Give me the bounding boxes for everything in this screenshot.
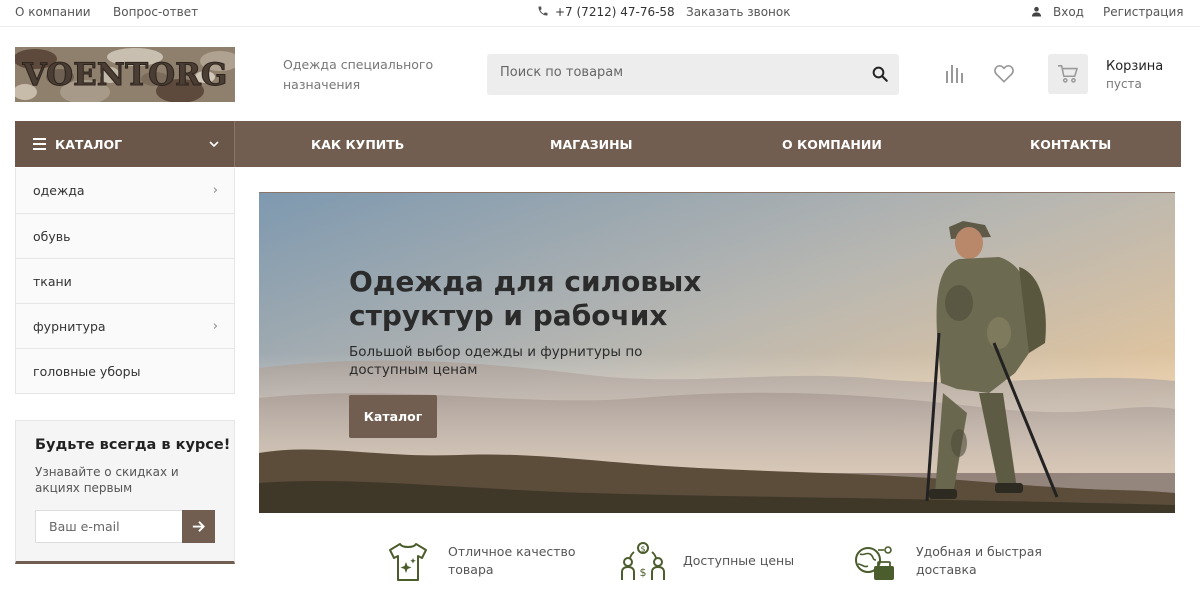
cart-icon bbox=[1058, 65, 1078, 83]
logo-image: VOENTORG bbox=[15, 47, 235, 102]
feature-delivery-text: Удобная и быстрая доставка bbox=[916, 544, 1042, 577]
sidebar-item-label: одежда bbox=[33, 183, 85, 198]
subscribe-text: Узнавайте о скидках и акциях первым bbox=[35, 465, 179, 495]
subscribe-box: Будьте всегда в курсе! Узнавайте о скидк… bbox=[15, 420, 235, 564]
hero-subtitle: Большой выбор одежды и фурнитуры по дост… bbox=[349, 344, 643, 378]
subscribe-title: Будьте всегда в курсе! bbox=[35, 437, 231, 453]
nav-how-to-buy[interactable]: КАК КУПИТЬ bbox=[311, 137, 404, 152]
hero-banner: Одежда для силовых структур и рабочих Бо… bbox=[259, 192, 1175, 513]
register-link[interactable]: Регистрация bbox=[1103, 5, 1183, 19]
catalog-button[interactable]: КАТАЛОГ bbox=[15, 121, 235, 167]
sidebar-item-clothing[interactable]: одежда › bbox=[16, 168, 234, 213]
feature-prices-text: Доступные цены bbox=[683, 553, 795, 568]
logo-text: VOENTORG bbox=[22, 57, 228, 93]
search-icon[interactable] bbox=[871, 65, 889, 83]
sidebar-item-label: головные уборы bbox=[33, 364, 141, 379]
menu-icon bbox=[33, 138, 46, 150]
cart-status: пуста bbox=[1106, 77, 1142, 91]
logo[interactable]: VOENTORG bbox=[15, 47, 235, 102]
sidebar-item-label: обувь bbox=[33, 229, 71, 244]
cart-title[interactable]: Корзина bbox=[1106, 59, 1163, 74]
email-field bbox=[35, 510, 183, 543]
svg-text:$: $ bbox=[640, 545, 645, 554]
sidebar-item-headwear[interactable]: головные уборы bbox=[16, 348, 234, 393]
arrow-right-icon bbox=[192, 521, 205, 532]
nav-stores[interactable]: МАГАЗИНЫ bbox=[550, 137, 633, 152]
svg-text:$: $ bbox=[640, 566, 647, 579]
prices-icon: $ $ bbox=[621, 542, 665, 580]
catalog-label: КАТАЛОГ bbox=[55, 137, 123, 152]
phone-link[interactable]: +7 (7212) 47-76-58 bbox=[555, 5, 675, 19]
sidebar-item-fabrics[interactable]: ткани bbox=[16, 258, 234, 303]
hero-catalog-button[interactable]: Каталог bbox=[349, 395, 437, 438]
sidebar-item-shoes[interactable]: обувь bbox=[16, 213, 234, 258]
subscribe-button[interactable] bbox=[182, 510, 215, 543]
main-nav: КАТАЛОГ КАК КУПИТЬ МАГАЗИНЫ О КОМПАНИИ К… bbox=[15, 121, 1181, 167]
phone-icon bbox=[538, 6, 548, 16]
feature-quality-text: Отличное качество товара bbox=[448, 544, 576, 577]
hero-title: Одежда для силовых структур и рабочих bbox=[349, 265, 702, 332]
chevron-down-icon bbox=[209, 141, 219, 148]
nav-about[interactable]: О КОМПАНИИ bbox=[782, 137, 882, 152]
tshirt-icon bbox=[389, 543, 427, 581]
sidebar-menu: одежда › обувь ткани фурнитура › головны… bbox=[15, 168, 235, 394]
callback-link[interactable]: Заказать звонок bbox=[686, 5, 791, 19]
cart-button[interactable] bbox=[1048, 54, 1088, 94]
about-link[interactable]: О компании bbox=[15, 5, 91, 19]
faq-link[interactable]: Вопрос-ответ bbox=[113, 5, 198, 19]
chevron-right-icon: › bbox=[212, 183, 218, 198]
sidebar-item-label: ткани bbox=[33, 274, 72, 289]
login-link[interactable]: Вход bbox=[1053, 5, 1084, 19]
email-input[interactable] bbox=[49, 519, 179, 534]
search-input[interactable] bbox=[500, 65, 840, 80]
sidebar-item-label: фурнитура bbox=[33, 319, 106, 334]
nav-contacts[interactable]: КОНТАКТЫ bbox=[1030, 137, 1111, 152]
tagline: Одежда специального назначения bbox=[283, 57, 434, 92]
search-box bbox=[487, 54, 899, 95]
top-bar: О компании Вопрос-ответ +7 (7212) 47-76-… bbox=[0, 0, 1200, 27]
delivery-icon bbox=[855, 546, 894, 580]
favorites-icon[interactable] bbox=[993, 64, 1015, 83]
sidebar-item-hardware[interactable]: фурнитура › bbox=[16, 303, 234, 348]
user-icon bbox=[1031, 6, 1042, 17]
compare-icon[interactable] bbox=[944, 63, 966, 83]
chevron-right-icon: › bbox=[212, 319, 218, 334]
